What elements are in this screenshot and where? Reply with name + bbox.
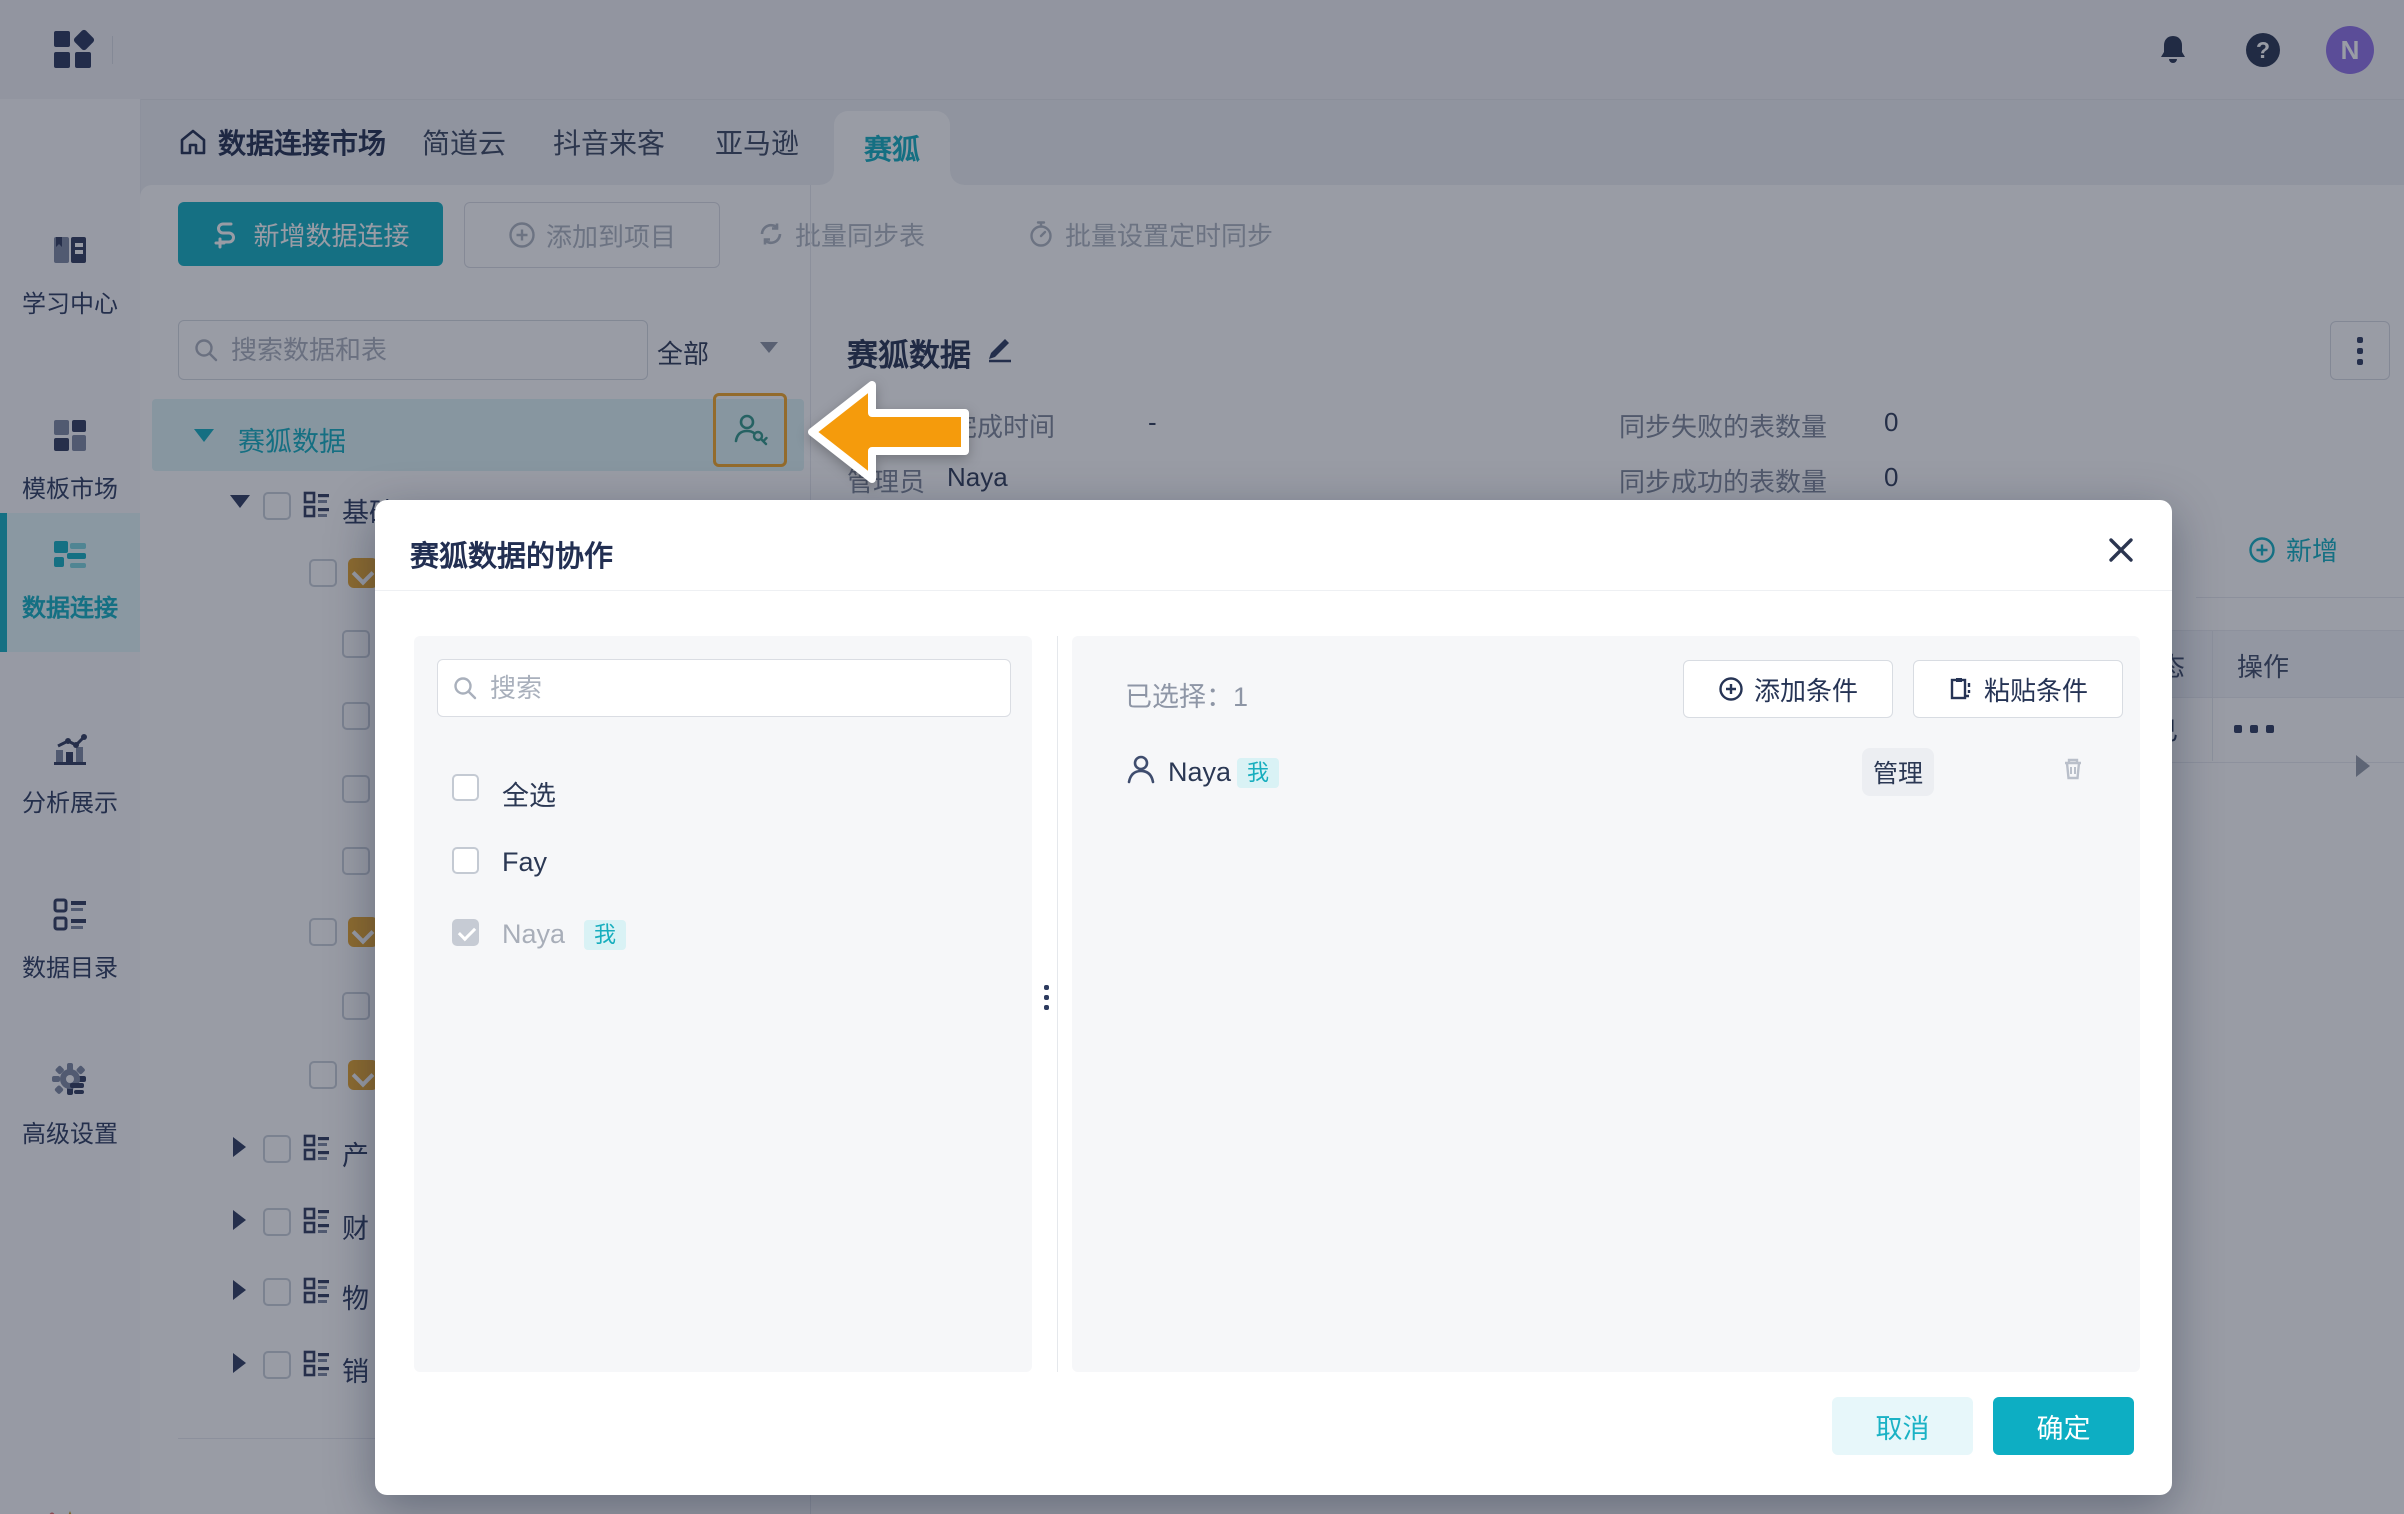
member-name: Fay xyxy=(502,847,548,877)
select-all-checkbox[interactable] xyxy=(452,774,479,801)
member-checkbox[interactable] xyxy=(452,847,479,874)
trash-icon[interactable] xyxy=(2058,754,2088,784)
plus-circle-icon xyxy=(1719,677,1743,701)
paste-condition-button[interactable]: 粘贴条件 xyxy=(1913,660,2123,718)
button-label: 粘贴条件 xyxy=(1983,675,2088,706)
role-value: 管理 xyxy=(1872,760,1923,788)
confirm-button[interactable]: 确定 xyxy=(1993,1397,2134,1455)
button-label: 添加条件 xyxy=(1753,675,1858,706)
member-row-fay[interactable]: Fay xyxy=(414,837,1032,887)
cancel-button[interactable]: 取消 xyxy=(1832,1397,1973,1455)
selected-members-panel: 已选择：1 添加条件 粘贴条件 Naya 我 管理 xyxy=(1072,636,2140,1372)
member-name: Naya xyxy=(502,919,566,949)
me-badge: 我 xyxy=(1237,758,1280,788)
button-label: 确定 xyxy=(2036,1413,2091,1444)
role-select[interactable]: 管理 xyxy=(1862,748,1934,796)
me-badge: 我 xyxy=(584,920,627,950)
modal-header-divider xyxy=(375,590,2172,591)
person-icon xyxy=(1127,755,1155,784)
panel-splitter[interactable] xyxy=(1057,636,1058,1372)
selected-member-name: Naya xyxy=(1168,757,1232,787)
button-label: 取消 xyxy=(1875,1413,1930,1444)
member-row-naya[interactable]: Naya 我 xyxy=(414,909,1032,959)
member-checkbox-checked-disabled xyxy=(452,919,479,946)
collaboration-modal: 赛狐数据的协作 全选 Fay Nay xyxy=(375,500,2172,1495)
selected-count-label: 已选择：1 xyxy=(1125,682,1249,712)
modal-title: 赛狐数据的协作 xyxy=(410,541,614,573)
member-search-box[interactable] xyxy=(437,659,1011,717)
member-list-panel: 全选 Fay Naya 我 xyxy=(414,636,1032,1372)
app-window: ? N 学习中心 模板市场 数据连接 分析展示 数据目录 高级设置 数据连接市场… xyxy=(0,0,2404,1514)
add-condition-button[interactable]: 添加条件 xyxy=(1683,660,1893,718)
annotation-arrow-left xyxy=(808,381,969,483)
member-search-input[interactable] xyxy=(488,671,996,705)
search-icon xyxy=(454,677,477,700)
select-all-row[interactable]: 全选 xyxy=(414,764,1032,814)
close-icon[interactable] xyxy=(2103,532,2139,568)
selected-member-row[interactable]: Naya 我 管理 xyxy=(1072,744,2140,804)
paste-icon xyxy=(1950,678,1971,700)
splitter-drag-handle-icon[interactable] xyxy=(1044,980,1049,1015)
select-all-label: 全选 xyxy=(502,781,556,811)
